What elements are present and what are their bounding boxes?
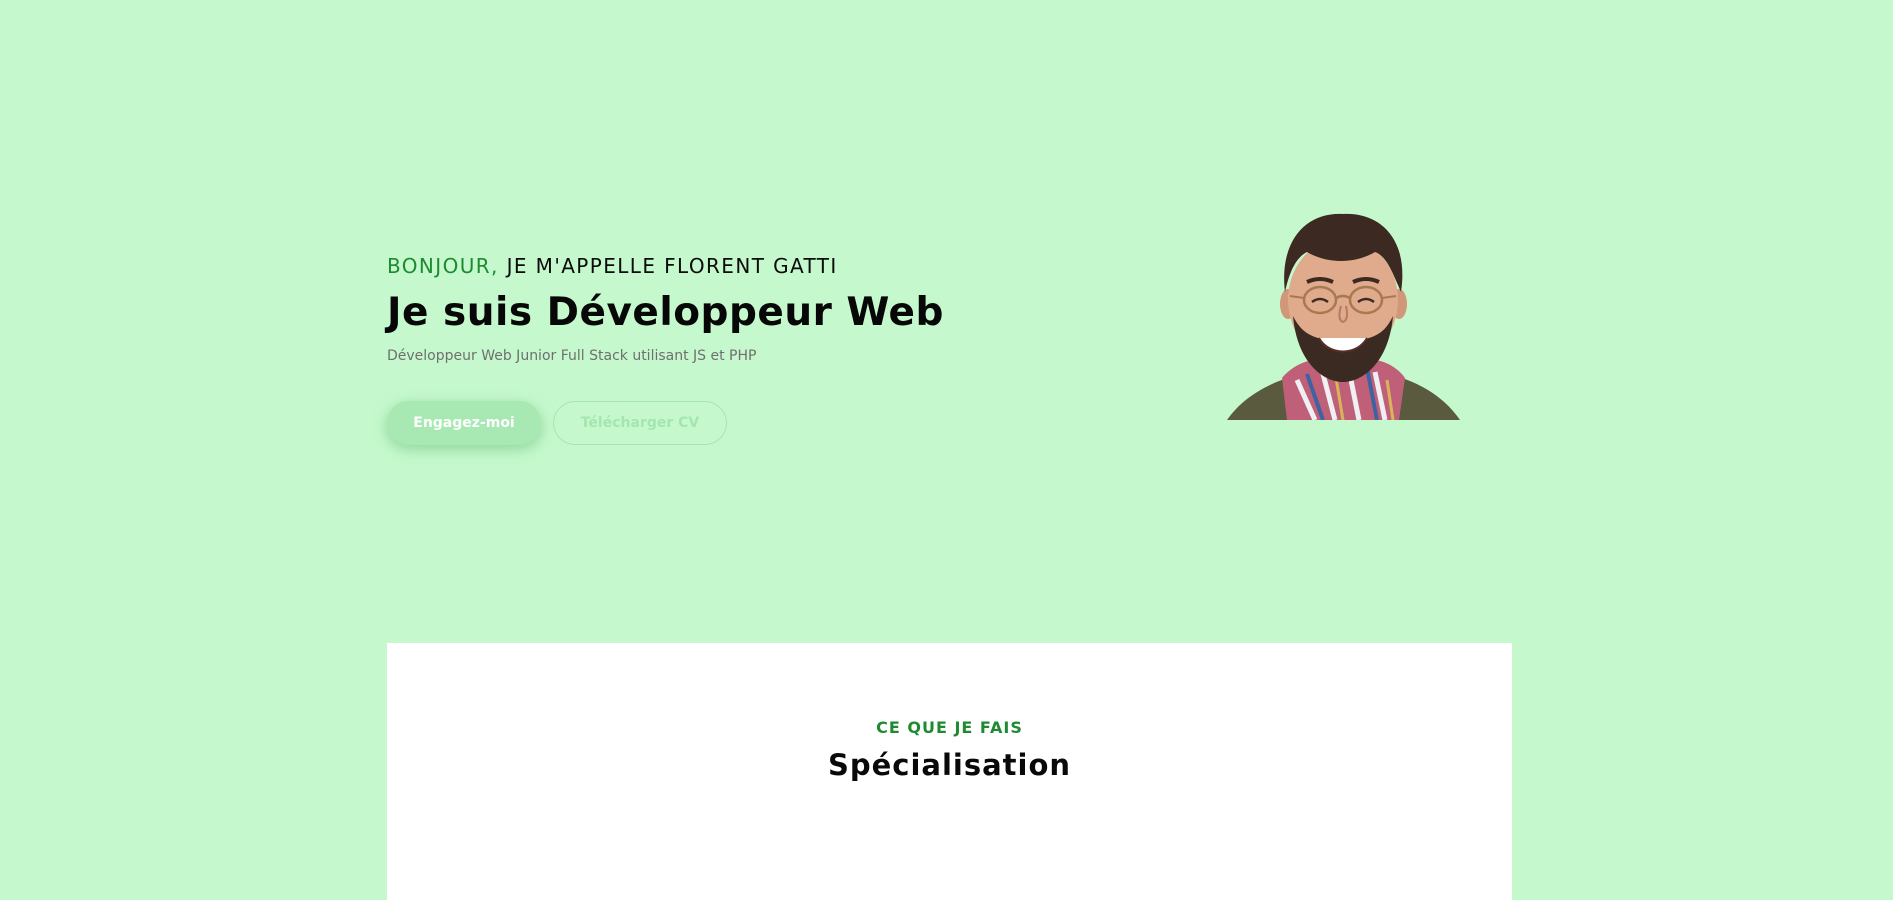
hero-subline: Développeur Web Junior Full Stack utilis… xyxy=(387,348,757,364)
download-cv-button[interactable]: Télécharger CV xyxy=(553,401,727,445)
greeting-name: JE M'APPELLE FLORENT GATTI xyxy=(498,254,838,278)
hero-headline: Je suis Développeur Web xyxy=(387,290,944,335)
greeting-accent: BONJOUR, xyxy=(387,254,499,278)
hero-section: BONJOUR, JE M'APPELLE FLORENT GATTI Je s… xyxy=(387,0,1512,640)
hero-buttons: Engagez-moi Télécharger CV xyxy=(387,401,944,445)
hero-text: BONJOUR, JE M'APPELLE FLORENT GATTI Je s… xyxy=(387,253,944,445)
greeting: BONJOUR, JE M'APPELLE FLORENT GATTI xyxy=(387,253,944,279)
specialisation-card: CE QUE JE FAIS Spécialisation xyxy=(387,643,1512,900)
hire-me-button[interactable]: Engagez-moi xyxy=(387,401,541,445)
profile-photo xyxy=(1227,213,1460,420)
section-title: Spécialisation xyxy=(827,748,1072,782)
section-kicker: CE QUE JE FAIS xyxy=(876,718,1023,737)
